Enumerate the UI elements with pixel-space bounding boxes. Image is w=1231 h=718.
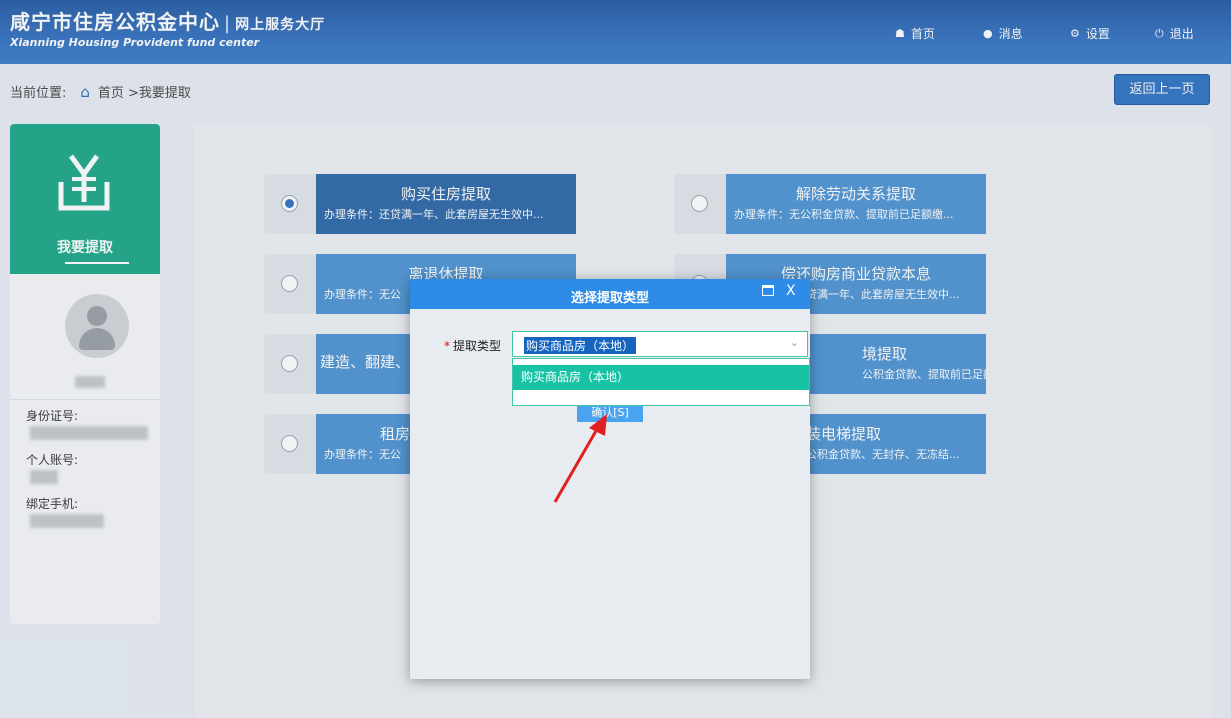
withdraw-type-value: 购买商品房（本地）: [524, 337, 637, 354]
required-mark: *: [444, 339, 450, 353]
withdraw-type-select[interactable]: 购买商品房（本地） ⌄: [512, 331, 808, 357]
withdraw-type-dropdown: 购买商品房（本地）: [512, 358, 810, 406]
withdraw-type-label-text: 提取类型: [453, 339, 502, 353]
maximize-icon[interactable]: [762, 285, 774, 296]
dropdown-option-local-purchase[interactable]: 购买商品房（本地）: [513, 365, 809, 390]
annotation-arrow-icon: [553, 414, 607, 503]
withdraw-type-label: * 提取类型: [444, 337, 501, 354]
dialog-header: 选择提取类型 X: [410, 279, 810, 309]
close-icon[interactable]: X: [786, 283, 796, 299]
dialog-title: 选择提取类型: [570, 291, 649, 306]
chevron-down-icon[interactable]: ⌄: [790, 336, 799, 349]
